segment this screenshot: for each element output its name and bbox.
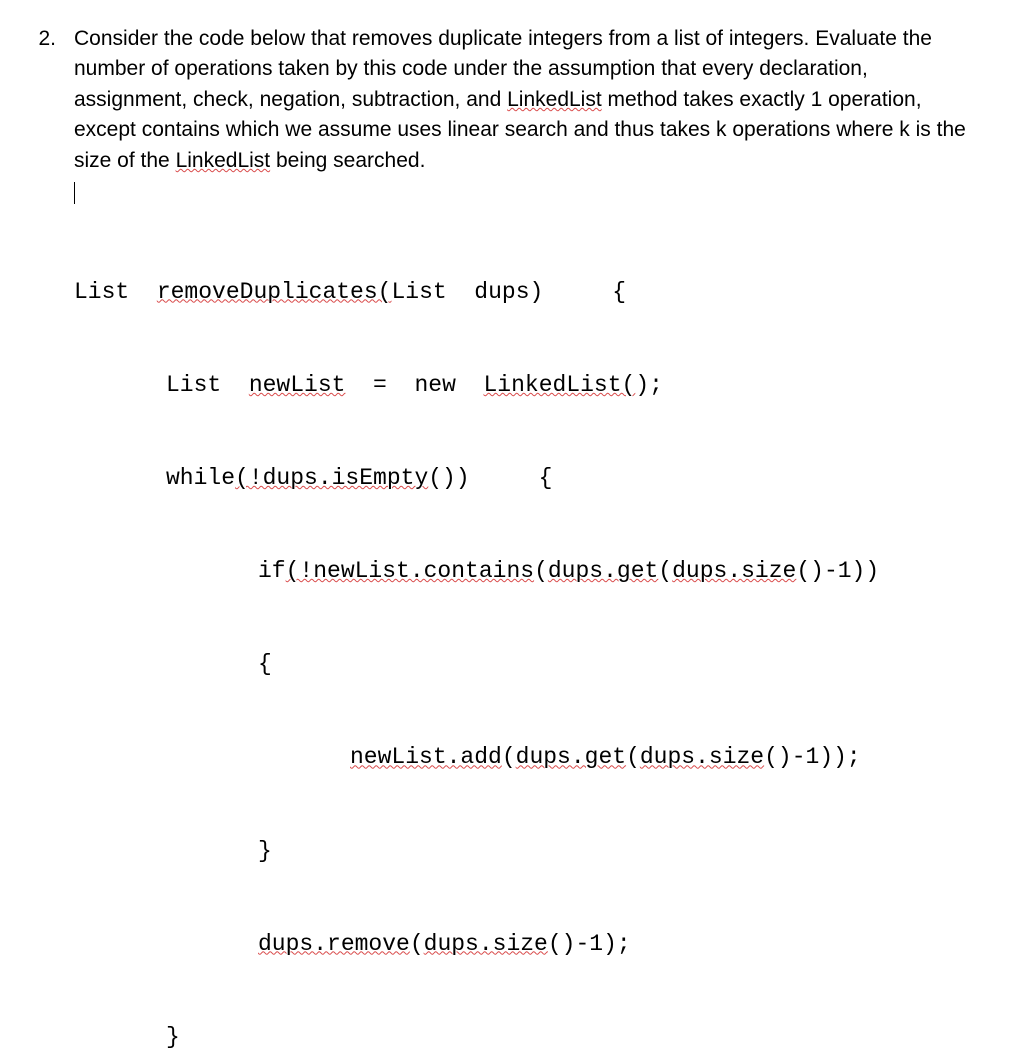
question-number: 2. [36,24,56,1058]
question-block: 2. Consider the code below that removes … [36,24,976,1058]
code-token-squiggle: dups.size [672,558,796,584]
question-body: Consider the code below that removes dup… [74,24,976,1058]
code-token: List [74,279,157,305]
code-token-squiggle: newList.add [350,744,502,770]
code-token: ()-1)); [764,744,861,770]
code-token: ( [534,558,548,584]
question-prompt: Consider the code below that removes dup… [74,24,976,176]
code-token: ( [626,744,640,770]
text-cursor [74,176,976,206]
code-line-9: } [74,1022,976,1053]
code-token: ()-1)) [796,558,879,584]
code-line-5: { [74,649,976,680]
code-token: } [166,1024,180,1050]
prompt-text-3: being searched. [270,149,425,172]
code-token: ); [635,372,663,398]
code-token: List dups) { [391,279,626,305]
code-token: ( [410,931,424,957]
code-token: ()) { [428,465,552,491]
code-line-4: if(!newList.contains(dups.get(dups.size(… [74,556,976,587]
code-line-3: while(!dups.isEmpty()) { [74,463,976,494]
code-line-6: newList.add(dups.get(dups.size()-1)); [74,742,976,773]
code-token-squiggle: (!newList.contains [286,558,534,584]
code-token: ( [502,744,516,770]
code-token: ()-1); [548,931,631,957]
code-token: while [166,465,235,491]
code-line-1: List removeDuplicates(List dups) { [74,277,976,308]
code-token: } [258,838,272,864]
code-token-squiggle: dups.size [640,744,764,770]
code-line-8: dups.remove(dups.size()-1); [74,929,976,960]
code-block: List removeDuplicates(List dups) { List … [74,215,976,1058]
code-token-squiggle: dups.get [548,558,658,584]
code-token-squiggle: dups.size [424,931,548,957]
code-line-2: List newList = new LinkedList(); [74,370,976,401]
code-token-squiggle: removeDuplicates( [157,279,392,305]
code-line-7: } [74,836,976,867]
linkedlist-word-2: LinkedList [176,149,271,172]
code-token-squiggle: dups.remove [258,931,410,957]
code-token: ( [658,558,672,584]
linkedlist-word-1: LinkedList [507,88,602,111]
code-token: if [258,558,286,584]
code-token-squiggle: (!dups.isEmpty [235,465,428,491]
code-token-squiggle: newList [249,372,346,398]
code-token-squiggle: dups.get [516,744,626,770]
code-token-squiggle: LinkedList( [483,372,635,398]
code-token: = new [345,372,483,398]
code-token: List [166,372,249,398]
code-token: { [258,651,272,677]
